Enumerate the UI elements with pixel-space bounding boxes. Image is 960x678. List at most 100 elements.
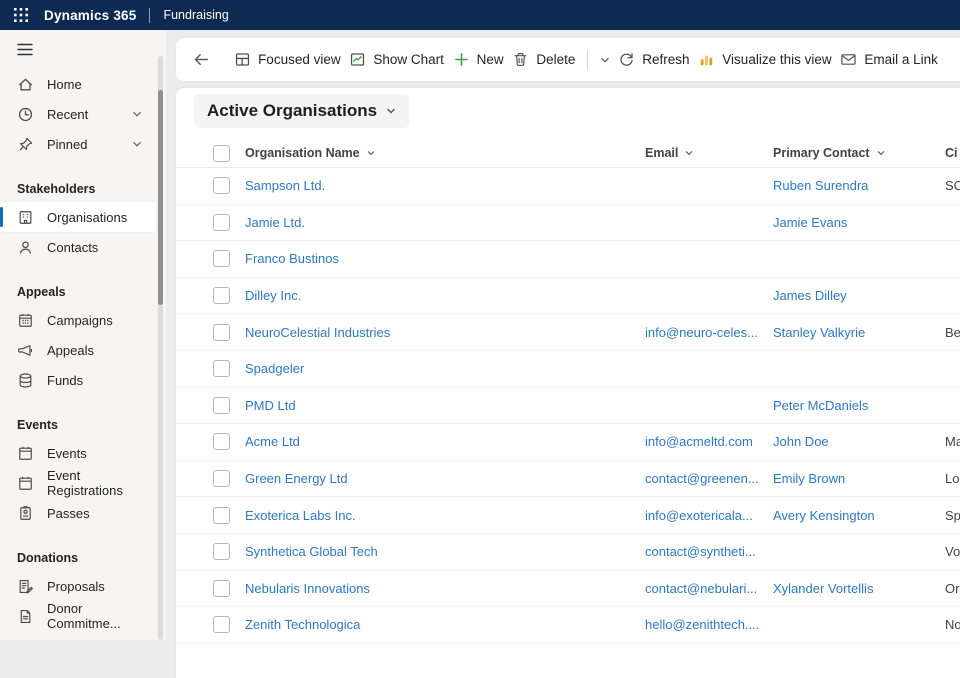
email-link[interactable]: info@acmeltd.com bbox=[645, 434, 767, 449]
table-row[interactable]: Exoterica Labs Inc. info@exotericala... … bbox=[176, 497, 960, 534]
row-checkbox[interactable] bbox=[213, 580, 230, 597]
campaign-calendar-icon bbox=[17, 312, 34, 329]
table-row[interactable]: Nebularis Innovations contact@nebulari..… bbox=[176, 571, 960, 608]
row-checkbox[interactable] bbox=[213, 616, 230, 633]
hamburger-menu-icon[interactable] bbox=[0, 30, 166, 69]
visualize-view-button[interactable]: Visualize this view bbox=[694, 45, 835, 74]
organisation-name-link[interactable]: PMD Ltd bbox=[245, 398, 625, 413]
table-row[interactable]: Jamie Ltd. Jamie Evans bbox=[176, 205, 960, 242]
city-cell: Or bbox=[945, 581, 960, 596]
table-row[interactable]: Synthetica Global Tech contact@syntheti.… bbox=[176, 534, 960, 571]
table-row[interactable]: Dilley Inc. James Dilley bbox=[176, 278, 960, 315]
primary-contact-link[interactable]: Stanley Valkyrie bbox=[773, 325, 936, 340]
new-button[interactable]: New bbox=[449, 45, 508, 74]
email-link[interactable]: contact@nebulari... bbox=[645, 581, 767, 596]
row-checkbox[interactable] bbox=[213, 543, 230, 560]
primary-contact-link[interactable]: James Dilley bbox=[773, 288, 936, 303]
email-link-button[interactable]: Email a Link bbox=[836, 45, 942, 74]
row-checkbox[interactable] bbox=[213, 433, 230, 450]
sidebar-item-events[interactable]: Events bbox=[0, 438, 156, 468]
table-row[interactable]: PMD Ltd Peter McDaniels bbox=[176, 388, 960, 425]
view-selector[interactable]: Active Organisations bbox=[194, 94, 409, 128]
sidebar-item-contacts[interactable]: Contacts bbox=[0, 232, 156, 262]
organisation-name-link[interactable]: Green Energy Ltd bbox=[245, 471, 625, 486]
table-row[interactable]: NeuroCelestial Industries info@neuro-cel… bbox=[176, 314, 960, 351]
column-header-primary-contact[interactable]: Primary Contact bbox=[773, 146, 945, 160]
column-header-organisation-name[interactable]: Organisation Name bbox=[245, 146, 645, 160]
organisation-name-link[interactable]: Franco Bustinos bbox=[245, 251, 625, 266]
table-row[interactable]: Zenith Technologica hello@zenithtech....… bbox=[176, 607, 960, 644]
row-checkbox[interactable] bbox=[213, 507, 230, 524]
visualize-view-label: Visualize this view bbox=[722, 52, 831, 67]
chevron-down-icon[interactable] bbox=[132, 139, 142, 149]
focused-view-button[interactable]: Focused view bbox=[230, 45, 345, 74]
more-commands-button[interactable] bbox=[596, 49, 614, 71]
bar-chart-icon bbox=[698, 51, 715, 68]
sidebar-item-event-registrations[interactable]: Event Registrations bbox=[0, 468, 156, 498]
primary-contact-link[interactable]: Peter McDaniels bbox=[773, 398, 936, 413]
organisation-name-link[interactable]: Spadgeler bbox=[245, 361, 625, 376]
primary-contact-link[interactable]: Xylander Vortellis bbox=[773, 581, 936, 596]
primary-contact-link[interactable]: John Doe bbox=[773, 434, 936, 449]
sidebar-item-recent[interactable]: Recent bbox=[0, 99, 156, 129]
sidebar-item-proposals[interactable]: Proposals bbox=[0, 571, 156, 601]
organisation-name-link[interactable]: NeuroCelestial Industries bbox=[245, 325, 625, 340]
organisation-name-link[interactable]: Synthetica Global Tech bbox=[245, 544, 625, 559]
sidebar-item-passes[interactable]: Passes bbox=[0, 498, 156, 528]
primary-contact-link[interactable]: Jamie Evans bbox=[773, 215, 936, 230]
row-checkbox[interactable] bbox=[213, 470, 230, 487]
show-chart-label: Show Chart bbox=[373, 52, 444, 67]
email-link[interactable]: contact@greenen... bbox=[645, 471, 767, 486]
sidebar-section-donations: Donations bbox=[0, 543, 166, 571]
city-cell: Sp bbox=[945, 508, 960, 523]
organisation-name-link[interactable]: Zenith Technologica bbox=[245, 617, 625, 632]
organisation-name-link[interactable]: Jamie Ltd. bbox=[245, 215, 625, 230]
refresh-button[interactable]: Refresh bbox=[614, 45, 693, 74]
trash-icon bbox=[512, 51, 529, 68]
chevron-down-icon[interactable] bbox=[132, 109, 142, 119]
table-row[interactable]: Acme Ltd info@acmeltd.com John Doe Ma bbox=[176, 424, 960, 461]
sidebar-item-funds[interactable]: Funds bbox=[0, 365, 156, 395]
column-header-email[interactable]: Email bbox=[645, 146, 773, 160]
organisation-name-link[interactable]: Exoterica Labs Inc. bbox=[245, 508, 625, 523]
select-all-checkbox[interactable] bbox=[213, 145, 230, 162]
email-link[interactable]: info@exotericala... bbox=[645, 508, 767, 523]
sidebar-item-campaigns[interactable]: Campaigns bbox=[0, 305, 156, 335]
organisation-name-link[interactable]: Acme Ltd bbox=[245, 434, 625, 449]
row-checkbox[interactable] bbox=[213, 177, 230, 194]
row-checkbox[interactable] bbox=[213, 397, 230, 414]
table-row[interactable]: Spadgeler bbox=[176, 351, 960, 388]
sidebar-item-appeals[interactable]: Appeals bbox=[0, 335, 156, 365]
sidebar-item-home[interactable]: Home bbox=[0, 69, 156, 99]
email-link[interactable]: contact@syntheti... bbox=[645, 544, 767, 559]
row-checkbox[interactable] bbox=[213, 360, 230, 377]
organisation-name-link[interactable]: Sampson Ltd. bbox=[245, 178, 625, 193]
email-link[interactable]: info@neuro-celes... bbox=[645, 325, 767, 340]
environment-name[interactable]: Fundraising bbox=[163, 8, 228, 22]
row-checkbox[interactable] bbox=[213, 287, 230, 304]
table-row[interactable]: Green Energy Ltd contact@greenen... Emil… bbox=[176, 461, 960, 498]
primary-contact-link[interactable]: Emily Brown bbox=[773, 471, 936, 486]
organisation-name-link[interactable]: Nebularis Innovations bbox=[245, 581, 625, 596]
app-title[interactable]: Dynamics 365 bbox=[44, 8, 136, 23]
back-button[interactable] bbox=[189, 45, 214, 74]
sidebar-item-pinned[interactable]: Pinned bbox=[0, 129, 156, 159]
sidebar-scrollbar-thumb[interactable] bbox=[158, 90, 163, 305]
sidebar-section-events: Events bbox=[0, 410, 166, 438]
organisation-name-link[interactable]: Dilley Inc. bbox=[245, 288, 625, 303]
delete-button[interactable]: Delete bbox=[508, 45, 579, 74]
show-chart-button[interactable]: Show Chart bbox=[345, 45, 448, 74]
primary-contact-link[interactable]: Avery Kensington bbox=[773, 508, 936, 523]
app-launcher-icon[interactable] bbox=[6, 0, 36, 30]
refresh-label: Refresh bbox=[642, 52, 689, 67]
column-header-city[interactable]: Ci bbox=[945, 146, 960, 160]
email-link[interactable]: hello@zenithtech.... bbox=[645, 617, 767, 632]
table-row[interactable]: Franco Bustinos bbox=[176, 241, 960, 278]
table-row[interactable]: Sampson Ltd. Ruben Surendra SC bbox=[176, 168, 960, 205]
primary-contact-link[interactable]: Ruben Surendra bbox=[773, 178, 936, 193]
row-checkbox[interactable] bbox=[213, 214, 230, 231]
sidebar-item-organisations[interactable]: Organisations bbox=[0, 202, 156, 232]
row-checkbox[interactable] bbox=[213, 324, 230, 341]
sidebar-item-donor-commitments[interactable]: Donor Commitme... bbox=[0, 601, 156, 631]
row-checkbox[interactable] bbox=[213, 250, 230, 267]
